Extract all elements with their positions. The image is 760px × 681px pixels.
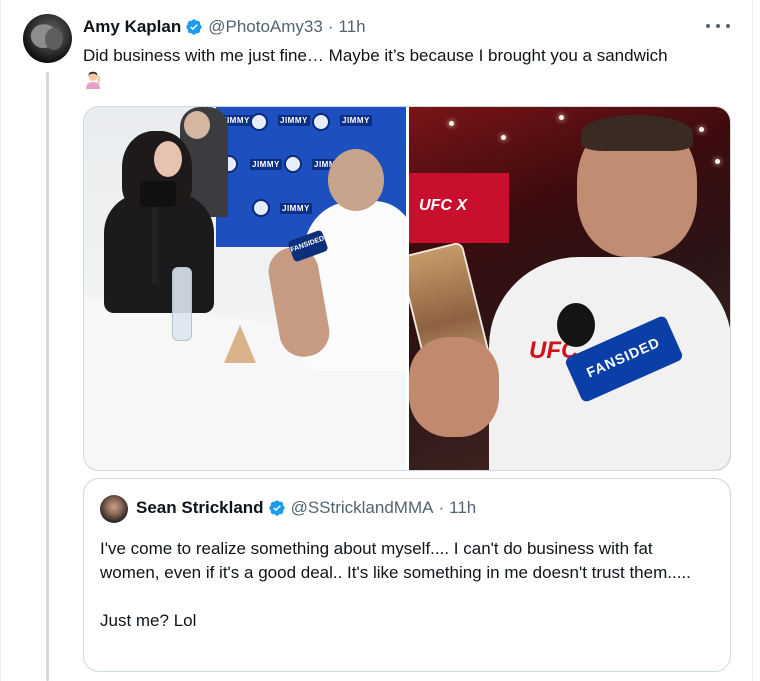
quoted-author-avatar[interactable] xyxy=(100,495,128,523)
microphone-head xyxy=(557,303,595,347)
ceiling-light xyxy=(501,135,506,140)
backdrop-logo-icon xyxy=(252,199,270,217)
backdrop-label: JIMMY xyxy=(250,159,282,170)
author-name[interactable]: Amy Kaplan xyxy=(83,17,181,37)
thread-connector-line xyxy=(46,72,49,681)
quoted-text-paragraph: Just me? Lol xyxy=(100,611,197,630)
fighter-hair xyxy=(581,115,693,151)
tweet-text: Did business with me just fine… Maybe it… xyxy=(83,44,733,94)
author-handle[interactable]: @PhotoAmy33 xyxy=(208,17,323,37)
interviewer-body xyxy=(104,193,214,313)
fighter-back-head xyxy=(328,149,384,211)
tweet-text-content: Did business with me just fine… Maybe it… xyxy=(83,46,668,65)
camera-tripod xyxy=(152,203,158,283)
author-avatar[interactable] xyxy=(23,14,72,63)
more-dot xyxy=(706,24,710,28)
verified-badge-icon xyxy=(186,19,202,35)
backdrop-logo-icon xyxy=(250,113,268,131)
interviewer-face xyxy=(154,141,182,177)
ceiling-light xyxy=(715,159,720,164)
more-dot xyxy=(716,24,720,28)
ufc-banner-label: UFC X xyxy=(419,197,467,214)
quoted-author-handle[interactable]: @SStricklandMMA xyxy=(291,498,434,518)
timeline-right-border xyxy=(752,0,753,681)
background-person-head xyxy=(184,111,210,139)
quoted-header-separator: · xyxy=(438,498,445,517)
interview-photo-left[interactable]: JIMMY JIMMY JIMMY JIMMY JIMMY JIMMY FANS… xyxy=(84,107,406,470)
backdrop-logo-icon xyxy=(312,113,330,131)
person-raising-hand-emoji-icon xyxy=(86,71,100,89)
more-dot xyxy=(726,24,730,28)
mic-flag-label: FANSIDED xyxy=(289,235,326,254)
timeline-left-border xyxy=(0,0,1,681)
water-bottle xyxy=(172,267,192,341)
ceiling-light xyxy=(559,115,564,120)
quoted-tweet-header: Sean Strickland @SStricklandMMA · 11h xyxy=(136,497,476,519)
ceiling-light xyxy=(449,121,454,126)
media-grid[interactable]: JIMMY JIMMY JIMMY JIMMY JIMMY JIMMY FANS… xyxy=(83,106,731,471)
header-separator: · xyxy=(327,17,334,36)
backdrop-label: JIMMY xyxy=(340,115,372,126)
more-options-icon[interactable] xyxy=(706,16,730,36)
ufc-banner: UFC X xyxy=(409,173,509,243)
tweet-timestamp[interactable]: 11h xyxy=(339,17,366,37)
quoted-tweet-text: I've come to realize something about mys… xyxy=(100,537,700,633)
video-camera xyxy=(140,181,176,207)
tweet-header: Amy Kaplan @PhotoAmy33 · 11h xyxy=(83,16,366,38)
backdrop-label: JIMMY xyxy=(280,203,312,214)
ceiling-light xyxy=(699,127,704,132)
fighter-hand xyxy=(409,337,499,437)
backdrop-label: JIMMY xyxy=(278,115,310,126)
backdrop-logo-icon xyxy=(284,155,302,173)
quoted-tweet-timestamp[interactable]: 11h xyxy=(449,498,476,518)
quoted-author-name[interactable]: Sean Strickland xyxy=(136,498,264,518)
avatar-face-shape xyxy=(45,28,63,50)
quoted-text-paragraph: I've come to realize something about mys… xyxy=(100,539,691,582)
quoted-tweet[interactable]: Sean Strickland @SStricklandMMA · 11h I'… xyxy=(83,478,731,672)
verified-badge-icon xyxy=(268,500,285,516)
sandwich-photo-right[interactable]: UFC X UFC FANSIDED xyxy=(409,107,730,470)
